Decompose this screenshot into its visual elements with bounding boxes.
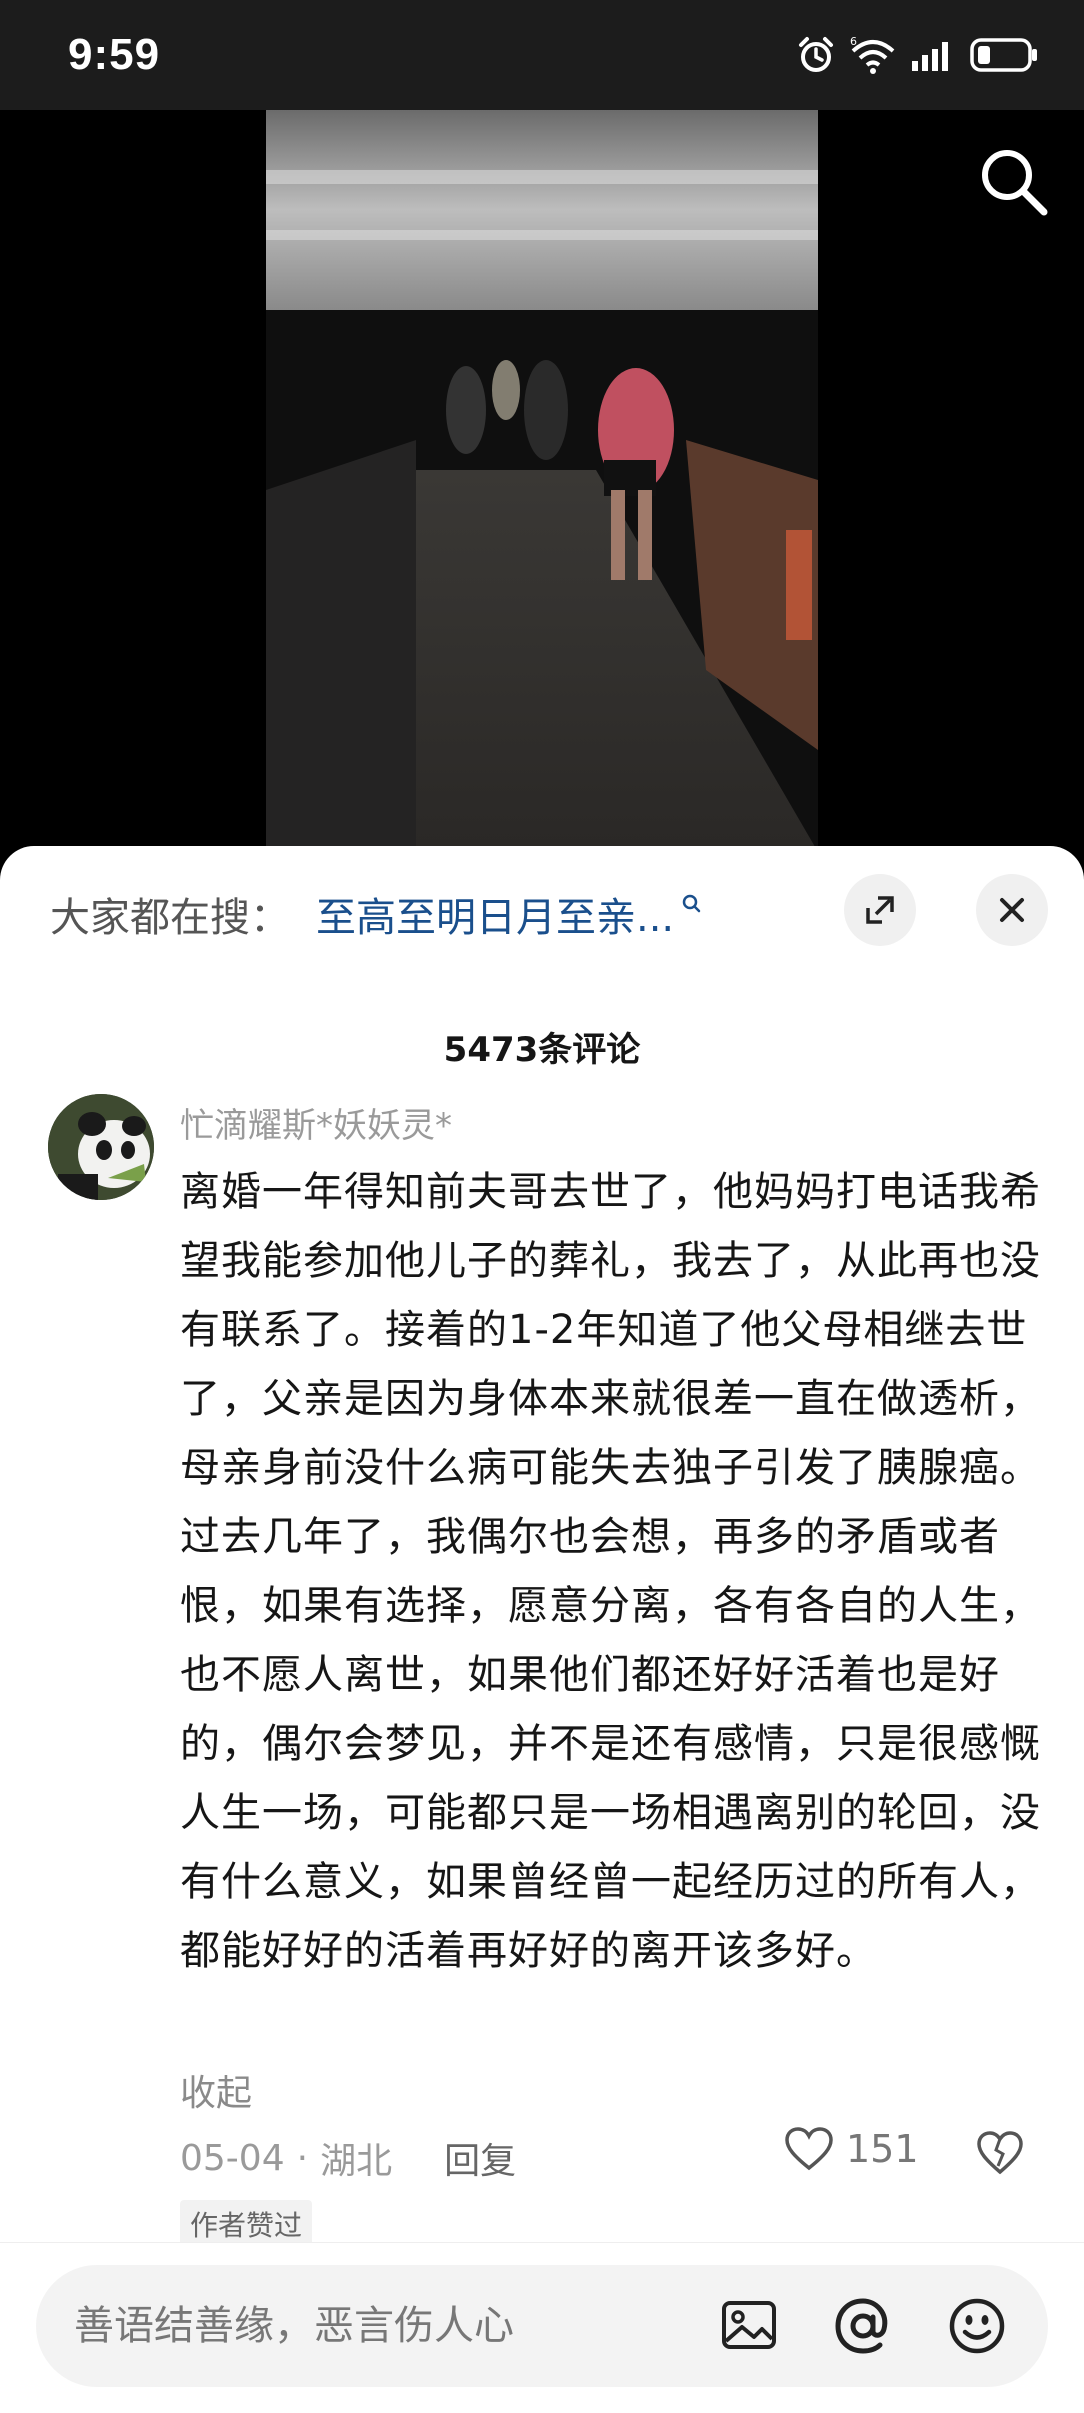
signal-icon [912, 42, 948, 71]
comment-meta: 05-04 · 湖北 回复 [180, 2132, 516, 2184]
expand-icon [866, 896, 894, 924]
comment-location: 湖北 [320, 2141, 393, 2182]
expand-button[interactable] [844, 874, 916, 946]
status-icons: 6 [796, 30, 1040, 80]
close-icon [1000, 898, 1024, 922]
search-icon[interactable] [974, 142, 1054, 222]
comment-input-bar [0, 2242, 1084, 2413]
close-button[interactable] [976, 874, 1048, 946]
like-count: 151 [846, 2127, 919, 2171]
emoji-icon[interactable] [944, 2293, 1010, 2359]
alarm-icon [799, 37, 833, 72]
hot-search[interactable]: 大家都在搜： 至高至明日月至亲... [50, 884, 704, 944]
image-icon[interactable] [716, 2293, 782, 2359]
at-icon[interactable] [830, 2293, 896, 2359]
meta-separator: · [296, 2137, 309, 2179]
comment-text: 离婚一年得知前夫哥去世了，他妈妈打电话我希望我能参加他儿子的葬礼，我去了，从此再… [180, 1169, 1041, 1974]
comment-input-box[interactable] [36, 2265, 1048, 2387]
comment-panel: 大家都在搜： 至高至明日月至亲... 5473条评论 忙滴耀斯*妖妖灵* 离婚一… [0, 846, 1084, 2413]
hot-search-label: 大家都在搜： [50, 895, 290, 941]
video-player[interactable] [0, 110, 1084, 852]
video-scene [266, 110, 818, 852]
svg-text:6: 6 [850, 35, 857, 48]
avatar[interactable] [48, 1094, 154, 1200]
comment-username[interactable]: 忙滴耀斯*妖妖灵* [180, 1098, 452, 1147]
dislike-icon[interactable] [976, 2130, 1024, 2176]
reply-button[interactable]: 回复 [444, 2132, 516, 2184]
author-liked-badge: 作者赞过 [180, 2200, 313, 2248]
like-button[interactable]: 151 [784, 2126, 919, 2172]
collapse-button[interactable]: 收起 [180, 2064, 252, 2116]
status-time: 9:59 [68, 30, 161, 79]
hot-search-query[interactable]: 至高至明日月至亲... [316, 885, 674, 943]
panda-avatar-image [48, 1094, 154, 1200]
heart-icon [785, 2127, 833, 2171]
comment-count: 5473条评论 [443, 1030, 641, 1070]
status-bar: 9:59 6 [0, 0, 1084, 110]
wifi-icon: 6 [850, 35, 895, 74]
comment-input[interactable] [72, 2295, 696, 2357]
video-frame[interactable] [266, 110, 818, 852]
comment-date: 05-04 [180, 2137, 285, 2179]
battery-icon [970, 38, 1037, 72]
search-small-icon [682, 894, 701, 913]
